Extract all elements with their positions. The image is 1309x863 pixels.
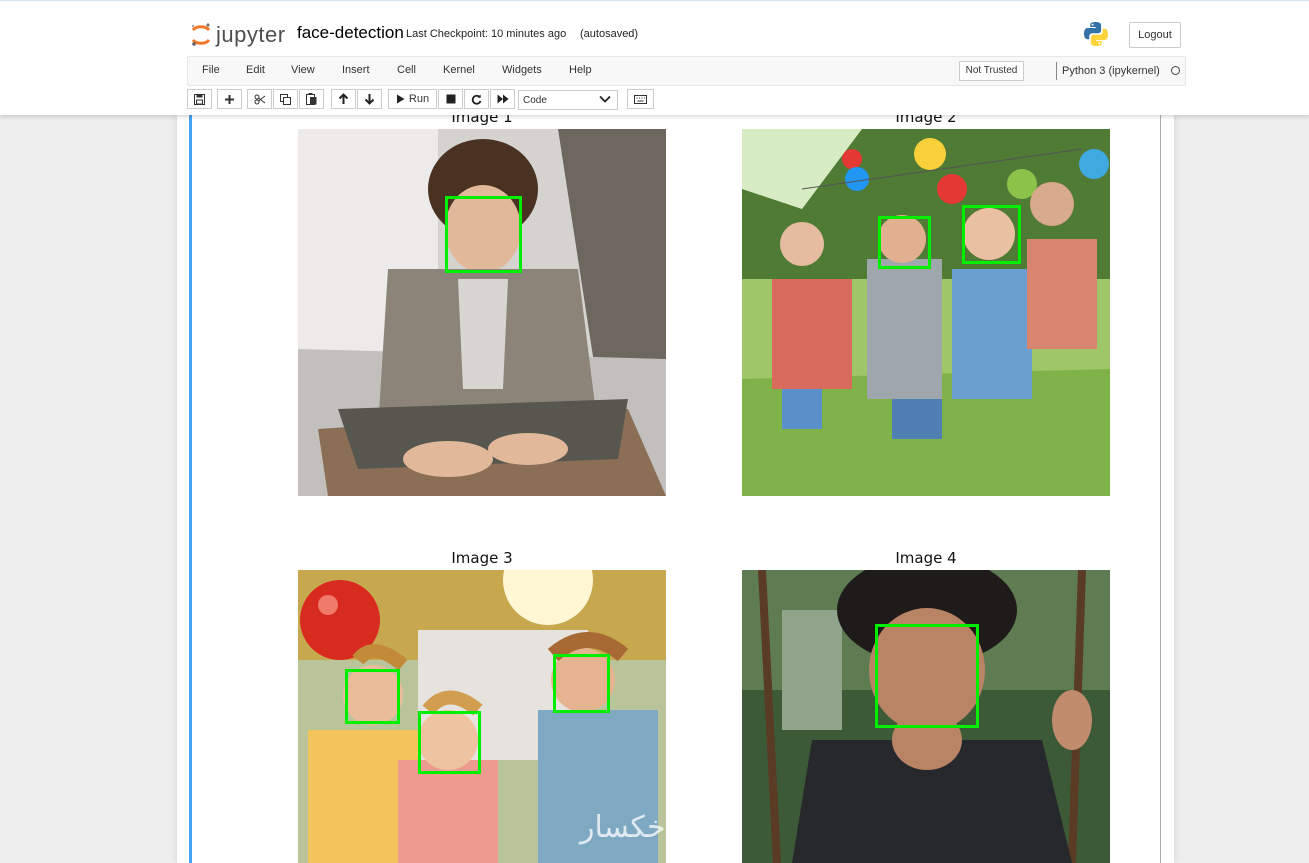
save-icon [194,93,205,105]
play-icon [396,94,405,104]
menu-file[interactable]: File [202,64,220,76]
arrow-up-icon [338,93,349,104]
face-detection-box [878,216,931,269]
notebook-name[interactable]: face-detection [297,23,404,43]
jupyter-logo[interactable]: jupyter [190,19,286,51]
face-detection-box [962,205,1021,264]
stop-icon [446,94,455,104]
output-image-4 [742,570,1110,863]
jupyter-logo-icon [191,23,211,46]
run-button[interactable]: Run [388,89,437,109]
face-detection-box [345,669,400,724]
paste-button[interactable] [299,89,324,109]
kernel-idle-indicator-icon [1171,66,1180,75]
insert-cell-button[interactable] [217,89,242,109]
menubar: File Edit View Insert Cell Kernel Widget… [187,56,1186,86]
plus-icon [225,94,234,104]
face-detection-box [875,624,979,728]
run-label: Run [408,93,430,105]
move-down-button[interactable] [357,89,382,109]
move-up-button[interactable] [331,89,356,109]
interrupt-button[interactable] [438,89,463,109]
watermark-text: خكسار [580,810,666,845]
notebook-toolbar: Run Code [187,89,1187,111]
image-title-4: Image 4 [895,549,957,567]
arrow-down-icon [364,94,375,105]
restart-run-all-button[interactable] [490,89,515,109]
jupyter-logo-text: jupyter [216,22,286,47]
image-title-3: Image 3 [451,549,513,567]
fast-forward-icon [497,94,508,104]
menu-kernel[interactable]: Kernel [443,64,475,76]
command-palette-button[interactable] [627,89,654,109]
not-trusted-button[interactable]: Not Trusted [959,61,1024,81]
copy-icon [280,93,291,105]
keyboard-icon [634,94,647,104]
menu-view[interactable]: View [291,64,315,76]
notebook-header: jupyter face-detection Last Checkpoint: … [0,0,1309,115]
selected-cell-indicator [189,114,192,863]
menu-cell[interactable]: Cell [397,64,416,76]
python-logo-icon [1083,21,1109,52]
output-image-1 [298,129,666,496]
paste-icon [306,93,317,105]
chevron-down-icon [599,95,611,103]
output-image-2 [742,129,1110,496]
face-detection-box [445,196,522,273]
face-detection-box [553,654,610,713]
cell-type-value: Code [523,95,547,106]
kernel-name: Python 3 (ipykernel) [1062,65,1160,77]
scissors-icon [254,94,265,104]
kernel-separator [1056,62,1057,80]
restart-button[interactable] [464,89,489,109]
copy-button[interactable] [273,89,298,109]
cell-border [1160,114,1161,863]
face-detection-box [418,711,481,774]
menu-insert[interactable]: Insert [342,64,370,76]
menu-help[interactable]: Help [569,64,592,76]
menu-widgets[interactable]: Widgets [502,64,542,76]
restart-icon [471,94,482,105]
cell-type-select[interactable]: Code [518,90,618,110]
menu-edit[interactable]: Edit [246,64,265,76]
autosave-status: (autosaved) [580,28,639,40]
cut-button[interactable] [247,89,272,109]
save-button[interactable] [187,89,212,109]
checkpoint-status: Last Checkpoint: 10 minutes ago [406,28,567,40]
logout-button[interactable]: Logout [1129,22,1181,48]
